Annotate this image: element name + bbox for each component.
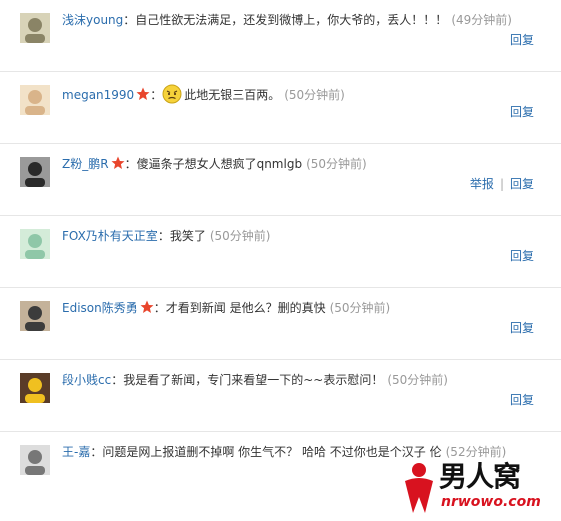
comment-text: 问题是网上报道删不掉啊 你生气不？ 哈哈 不过你也是个汉子 伦 (102, 445, 442, 459)
comment-item: 段小贱cc：我是看了新闻，专门来看望一下的~~表示慰问！ (50分钟前) 回复 (0, 360, 561, 432)
reply-link[interactable]: 回复 (510, 105, 534, 119)
comment-item: 浅沫young：自己性欲无法满足，还发到微博上，你大爷的，丢人！！！ (49分钟前… (0, 0, 561, 72)
comment-text: 我是看了新闻，专门来看望一下的~~表示慰问！ (123, 373, 384, 387)
comment-author-link[interactable]: 段小贱cc (62, 373, 111, 387)
action-separator: | (499, 177, 504, 191)
comment-actions: 举报 | 回复 (470, 176, 534, 192)
comment-line: 王-嘉：问题是网上报道删不掉啊 你生气不？ 哈哈 不过你也是个汉子 伦 (52分钟… (62, 444, 541, 460)
star-badge-icon (136, 87, 150, 101)
comment-author-link[interactable]: 浅沫young (62, 13, 123, 27)
avatar[interactable] (20, 157, 50, 187)
comment-line: Edison陈秀勇 ：才看到新闻 是他么？删的真快 (50分钟前) (62, 300, 541, 316)
comment-timestamp: (50分钟前) (209, 229, 271, 243)
star-badge-icon (140, 300, 154, 314)
comment-list: 浅沫young：自己性欲无法满足，还发到微博上，你大爷的，丢人！！！ (49分钟前… (0, 0, 561, 504)
comment-author-link[interactable]: 王-嘉 (62, 445, 90, 459)
watermark-url: nrwowo.com (441, 494, 541, 510)
comment-actions: 回复 (510, 248, 534, 264)
comment-line: 段小贱cc：我是看了新闻，专门来看望一下的~~表示慰问！ (50分钟前) (62, 372, 541, 388)
comment-timestamp: (50分钟前) (329, 301, 391, 315)
avatar[interactable] (20, 301, 50, 331)
comment-text: 自己性欲无法满足，还发到微博上，你大爷的，丢人！！！ (135, 13, 448, 27)
reply-link[interactable]: 回复 (510, 393, 534, 407)
comment-author-link[interactable]: FOX乃朴有天正室 (62, 229, 158, 243)
watermark-title: 男人窝 (439, 460, 521, 493)
comment-item: Z粉_鹏R ：傻逼条子想女人想疯了qnmlgb (50分钟前) 举报 | 回复 (0, 144, 561, 216)
reply-link[interactable]: 回复 (510, 33, 534, 47)
reply-link[interactable]: 回复 (510, 249, 534, 263)
comment-text: 傻逼条子想女人想疯了qnmlgb (136, 157, 303, 171)
comment-timestamp: (50分钟前) (284, 88, 345, 102)
comment-timestamp: (50分钟前) (306, 157, 367, 171)
comment-author-link[interactable]: Z粉_鹏R (62, 157, 109, 171)
comment-line: 浅沫young：自己性欲无法满足，还发到微博上，你大爷的，丢人！！！ (49分钟前… (62, 12, 541, 28)
comment-line: FOX乃朴有天正室：我笑了 (50分钟前) (62, 228, 541, 244)
comment-text: 我笑了 (169, 229, 206, 243)
comment-timestamp: (50分钟前) (387, 373, 448, 387)
star-badge-icon (111, 156, 125, 170)
angry-face-icon (162, 84, 182, 104)
comment-item: megan1990 ： 此地无银三百两。 (50分钟前) 回复 (0, 72, 561, 144)
comment-actions: 回复 (510, 320, 534, 336)
comment-colon: ： (153, 301, 166, 315)
comment-colon: ： (111, 373, 124, 387)
comment-actions: 回复 (510, 32, 534, 48)
reply-link[interactable]: 回复 (510, 321, 534, 335)
comment-colon: ： (123, 13, 136, 27)
avatar[interactable] (20, 445, 50, 475)
watermark: 男人窝 nrwowo.com (399, 461, 557, 515)
comment-author-link[interactable]: Edison陈秀勇 (62, 301, 138, 315)
comment-text: 此地无银三百两。 (184, 88, 281, 102)
comment-item: Edison陈秀勇 ：才看到新闻 是他么？删的真快 (50分钟前) 回复 (0, 288, 561, 360)
comment-text: 才看到新闻 是他么？删的真快 (165, 301, 326, 315)
comment-author-link[interactable]: megan1990 (62, 88, 134, 102)
comment-colon: ： (150, 88, 163, 102)
avatar[interactable] (20, 373, 50, 403)
report-link[interactable]: 举报 (470, 177, 494, 191)
avatar[interactable] (20, 85, 50, 115)
comment-timestamp: (49分钟前) (451, 13, 512, 27)
comment-timestamp: (52分钟前) (445, 445, 507, 459)
avatar[interactable] (20, 229, 50, 259)
comment-colon: ： (157, 229, 170, 243)
avatar[interactable] (20, 13, 50, 43)
watermark-logo-icon (405, 463, 433, 513)
comment-line: megan1990 ： 此地无银三百两。 (50分钟前) (62, 84, 541, 104)
comment-actions: 回复 (510, 104, 534, 120)
comment-line: Z粉_鹏R ：傻逼条子想女人想疯了qnmlgb (50分钟前) (62, 156, 541, 172)
reply-link[interactable]: 回复 (510, 177, 534, 191)
comment-colon: ： (90, 445, 103, 459)
comment-colon: ： (124, 157, 137, 171)
comment-actions: 回复 (510, 392, 534, 408)
comment-item: FOX乃朴有天正室：我笑了 (50分钟前) 回复 (0, 216, 561, 288)
